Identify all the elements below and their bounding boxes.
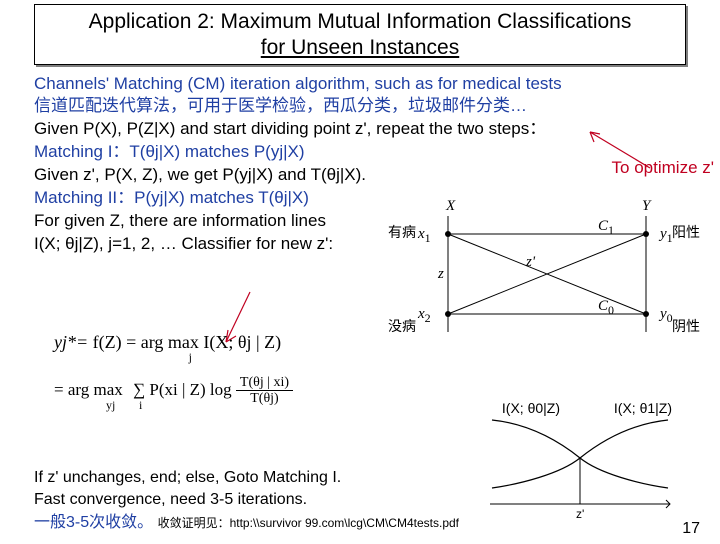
optimize-label: To optimize z' (612, 158, 714, 178)
slide-title: Application 2: Maximum Mutual Informatio… (34, 4, 686, 65)
lattice-X: X (445, 198, 456, 214)
if-end: If z' unchanges, end; else, Goto Matchin… (34, 467, 474, 489)
lattice-Y: Y (642, 198, 652, 214)
lattice-zprime: z' (525, 254, 536, 270)
lattice-x2: x2 (417, 306, 431, 325)
label-negative: 阴性 (672, 316, 700, 336)
lattice-y0: y0 (658, 306, 673, 325)
label-positive: 阳性 (672, 222, 700, 242)
cn-description: 信道匹配迭代算法，可用于医学检验，西瓜分类，垃圾邮件分类… (34, 95, 686, 118)
formula-block: yj*= f(Z) = arg max I(X; θj | Z) j = arg… (54, 332, 394, 442)
optimize-arrow-icon (578, 124, 658, 174)
lattice-y1: y1 (658, 226, 673, 245)
lattice-diagram: X Y x1 x2 z z' C1 C0 y1 y0 有病 没病 阳性 阴性 (398, 196, 698, 356)
footer-block: If z' unchanges, end; else, Goto Matchin… (34, 467, 474, 534)
cm-heading: Channels' Matching (CM) iteration algori… (34, 73, 686, 96)
label-have-disease: 有病 (388, 222, 416, 242)
cn-convergence: 一般3-5次收敛。 (34, 514, 153, 531)
plot-zprime: z' (576, 507, 584, 521)
info-i0: I(X; θ0|Z) (502, 400, 560, 416)
lattice-z: z (437, 266, 444, 282)
title-line-2: for Unseen Instances (41, 35, 679, 61)
proof-link: 收敛证明见：http:\\survivor 99.com\lcg\CM\CM4t… (158, 516, 459, 530)
fast-convergence: Fast convergence, need 3-5 iterations. (34, 489, 474, 511)
info-i1: I(X; θ1|Z) (614, 400, 672, 416)
lattice-x1: x1 (417, 226, 431, 245)
page-number: 17 (682, 520, 700, 538)
convergence-plot: z' (480, 416, 680, 526)
title-line-1: Application 2: Maximum Mutual Informatio… (41, 9, 679, 35)
